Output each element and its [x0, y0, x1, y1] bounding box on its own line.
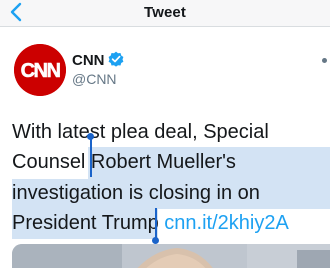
avatar[interactable]: CNN [14, 44, 66, 96]
page-title: Tweet [144, 4, 186, 21]
selection-end-handle[interactable] [152, 237, 159, 244]
cnn-logo: CNN [14, 44, 66, 96]
nav-divider [0, 26, 330, 27]
svg-text:CNN: CNN [21, 60, 61, 82]
author-name[interactable]: CNN [72, 52, 105, 69]
selection-end-caret [155, 208, 157, 240]
tweet-text-line: With latest plea deal, Special [12, 121, 269, 143]
tweet-link[interactable]: cnn.it/2khiy2A [164, 212, 289, 234]
tweet-text-line: President Trump cnn.it/2khiy2A [12, 211, 289, 235]
author-handle[interactable]: @CNN [72, 71, 117, 87]
tweet-text-line: Counsel Robert Mueller's [12, 151, 236, 173]
tweet-detail-screen: Tweet CNN CNN @CNN With latest plea deal… [0, 0, 330, 268]
tweet-text-end: President Trump [12, 212, 159, 234]
more-options-icon[interactable] [322, 58, 327, 63]
verified-badge-icon [108, 51, 124, 67]
tweet-media-image[interactable] [12, 244, 330, 268]
tweet-text-line: investigation is closing in on [12, 182, 260, 204]
selection-start-caret [90, 139, 92, 177]
media-photo [12, 244, 330, 268]
navigation-bar: Tweet [0, 0, 330, 26]
